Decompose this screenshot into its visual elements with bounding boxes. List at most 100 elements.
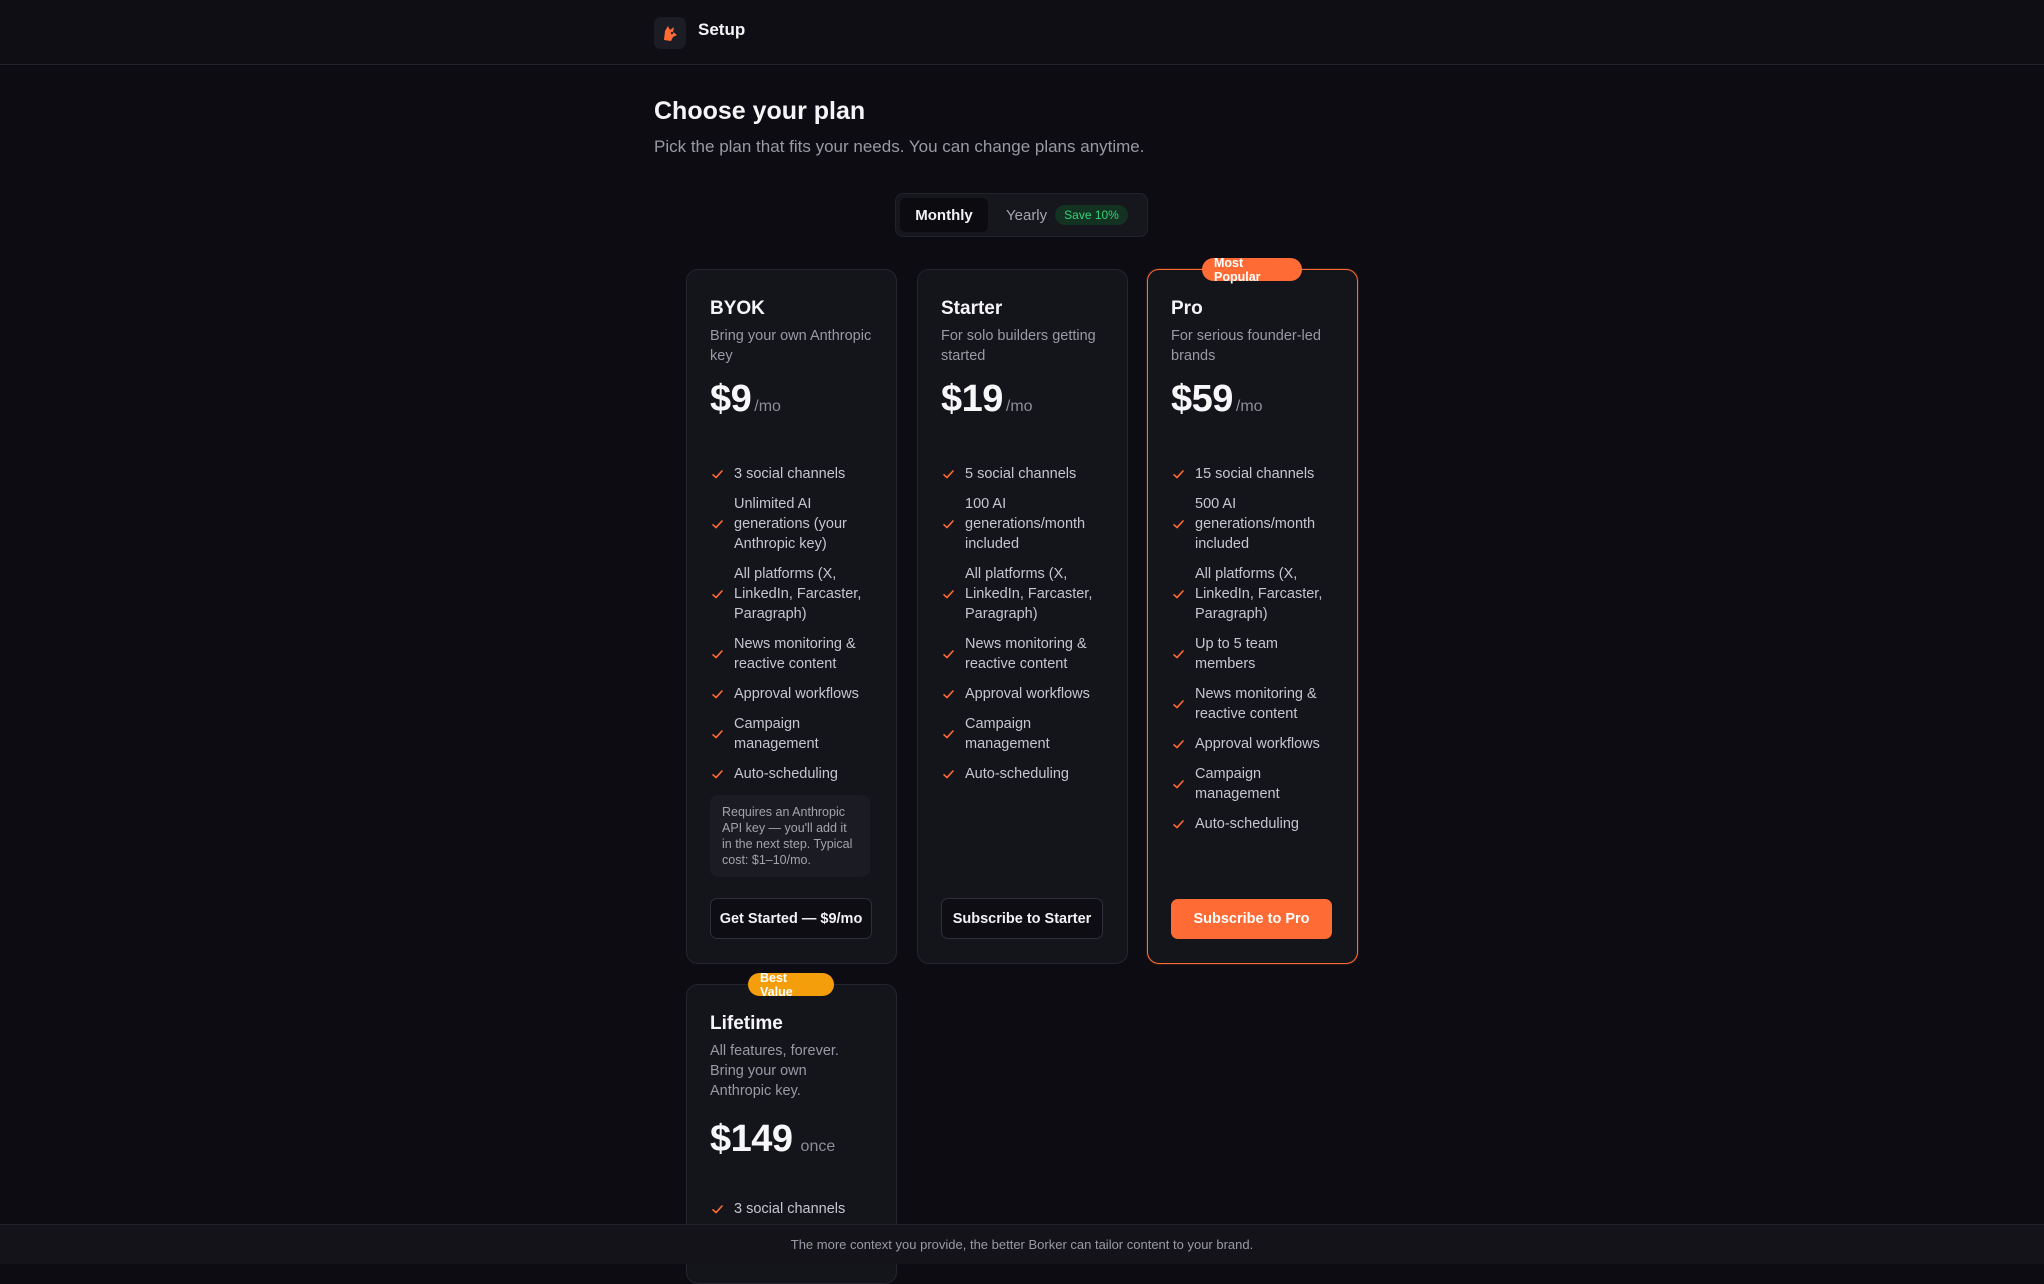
check-icon: [1171, 737, 1186, 752]
plan-description: For solo builders getting started: [941, 328, 1096, 364]
price-amount: $19: [941, 378, 1003, 420]
feature-text: Auto-scheduling: [965, 766, 1069, 782]
check-icon: [941, 647, 956, 662]
feature-item: Auto-scheduling: [941, 764, 1111, 784]
feature-text: News monitoring & reactive content: [965, 636, 1087, 672]
feature-item: Auto-scheduling: [710, 764, 880, 784]
feature-item: News monitoring & reactive content: [941, 634, 1111, 674]
price-period: /mo: [1235, 398, 1263, 415]
plan-description: All features, forever. Bring your own An…: [710, 1043, 839, 1099]
feature-text: 500 AI generations/month included: [1195, 496, 1316, 552]
price-amount: $149: [710, 1118, 793, 1160]
plan-card-pro: Pro For serious founder-led brands $59 /…: [1147, 269, 1358, 964]
get-started-button[interactable]: Get Started — $9/mo: [710, 898, 872, 939]
price-amount: $9: [710, 378, 752, 420]
feature-text: Unlimited AI generations (your Anthropic…: [734, 496, 847, 552]
feature-text: Up to 5 team members: [1195, 636, 1279, 672]
page-title: Choose your plan: [654, 97, 866, 125]
plan-card-starter: Starter For solo builders getting starte…: [917, 269, 1128, 964]
feature-text: News monitoring & reactive content: [1195, 686, 1317, 722]
check-icon: [1171, 777, 1186, 792]
yearly-option[interactable]: Yearly Save 10%: [1006, 198, 1128, 232]
feature-item: News monitoring & reactive content: [1171, 684, 1341, 724]
feature-text: Approval workflows: [1195, 736, 1320, 752]
check-icon: [710, 587, 725, 602]
price-amount: $59: [1171, 378, 1233, 420]
check-icon: [710, 647, 725, 662]
check-icon: [941, 687, 956, 702]
feature-item: Campaign management: [710, 714, 880, 754]
check-icon: [1171, 467, 1186, 482]
feature-item: Approval workflows: [1171, 734, 1341, 754]
app-title: Setup: [698, 20, 746, 39]
feature-text: 100 AI generations/month included: [965, 496, 1086, 552]
billing-toggle: Monthly Yearly Save 10%: [895, 193, 1148, 237]
price-period: once: [800, 1138, 836, 1155]
plan-card-byok: BYOK Bring your own Anthropic key $9 /mo…: [686, 269, 897, 964]
feature-list: 15 social channels 500 AI generations/mon…: [1171, 464, 1341, 844]
feature-text: 15 social channels: [1195, 466, 1315, 482]
check-icon: [1171, 647, 1186, 662]
feature-item: 5 social channels: [941, 464, 1111, 484]
feature-text: 5 social channels: [965, 466, 1077, 482]
feature-text: News monitoring & reactive content: [734, 636, 856, 672]
price-period: /mo: [754, 398, 781, 415]
app-logo: [654, 17, 686, 49]
feature-item: 3 social channels: [710, 464, 880, 484]
plan-price: $149 once: [710, 1118, 835, 1161]
feature-text: Approval workflows: [965, 686, 1090, 702]
feature-item: Auto-scheduling: [1171, 814, 1341, 834]
feature-text: 3 social channels: [734, 466, 846, 482]
most-popular-badge: Most Popular: [1202, 256, 1302, 284]
price-period: /mo: [1005, 398, 1033, 415]
feature-item: Approval workflows: [941, 684, 1111, 704]
check-icon: [710, 727, 725, 742]
plan-price: $9 /mo: [710, 378, 781, 421]
plan-description: For serious founder-led brands: [1171, 328, 1321, 364]
check-icon: [710, 517, 725, 532]
feature-item: All platforms (X, LinkedIn, Farcaster, P…: [710, 564, 880, 624]
feature-text: All platforms (X, LinkedIn, Farcaster, P…: [734, 566, 862, 622]
feature-item: 500 AI generations/month included: [1171, 494, 1341, 554]
feature-item: News monitoring & reactive content: [710, 634, 880, 674]
feature-item: Campaign management: [941, 714, 1111, 754]
feature-text: Campaign management: [1195, 766, 1280, 802]
plan-name: Pro: [1171, 298, 1203, 319]
plan-name: Starter: [941, 298, 1003, 319]
check-icon: [710, 1202, 725, 1217]
feature-item: 100 AI generations/month included: [941, 494, 1111, 554]
feature-text: Auto-scheduling: [1195, 816, 1299, 832]
plan-description: Bring your own Anthropic key: [710, 328, 872, 364]
feature-list: 5 social channels 100 AI generations/mont…: [941, 464, 1111, 794]
feature-text: Campaign management: [965, 716, 1050, 752]
feature-text: Auto-scheduling: [734, 766, 838, 782]
check-icon: [941, 517, 956, 532]
feature-item: Campaign management: [1171, 764, 1341, 804]
save-badge: Save 10%: [1055, 205, 1128, 225]
feature-text: All platforms (X, LinkedIn, Farcaster, P…: [1195, 566, 1323, 622]
subscribe-starter-button[interactable]: Subscribe to Starter: [941, 898, 1103, 939]
yearly-label: Yearly: [1006, 206, 1048, 224]
feature-text: 3 social channels: [734, 1201, 846, 1217]
feature-text: All platforms (X, LinkedIn, Farcaster, P…: [965, 566, 1093, 622]
feature-item: All platforms (X, LinkedIn, Farcaster, P…: [941, 564, 1111, 624]
plan-name: BYOK: [710, 298, 765, 319]
feature-item: 15 social channels: [1171, 464, 1341, 484]
feature-text: Campaign management: [734, 716, 819, 752]
check-icon: [941, 767, 956, 782]
plan-price: $59 /mo: [1171, 378, 1263, 421]
fox-logo-icon: [664, 26, 677, 41]
check-icon: [1171, 697, 1186, 712]
check-icon: [1171, 517, 1186, 532]
check-icon: [710, 687, 725, 702]
best-value-badge: Best Value: [748, 971, 834, 999]
monthly-option[interactable]: Monthly: [900, 198, 988, 232]
plan-price: $19 /mo: [941, 378, 1033, 421]
plan-name: Lifetime: [710, 1013, 783, 1034]
subscribe-pro-button[interactable]: Subscribe to Pro: [1171, 899, 1332, 939]
feature-text: Approval workflows: [734, 686, 859, 702]
api-key-note: Requires an Anthropic API key — you'll a…: [710, 795, 870, 877]
feature-item: Up to 5 team members: [1171, 634, 1341, 674]
check-icon: [1171, 817, 1186, 832]
feature-item: Unlimited AI generations (your Anthropic…: [710, 494, 880, 554]
